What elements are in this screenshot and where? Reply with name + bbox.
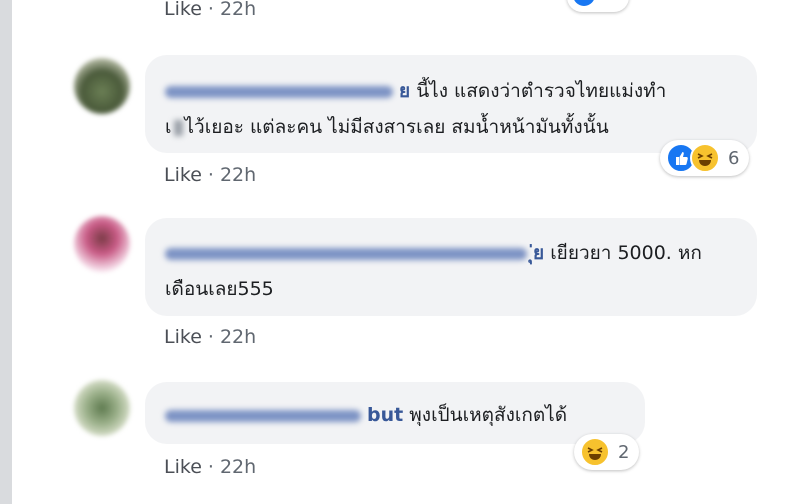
author-name-tail[interactable]: but [367, 404, 403, 426]
like-reaction-icon [573, 0, 595, 6]
haha-reaction-icon [690, 143, 720, 173]
comment-meta: Like · 22h [164, 456, 257, 478]
author-name-tail[interactable]: ย [399, 80, 410, 102]
comment-text-line: เไว้เยอะ แต่ละคน ไม่มีสงสารเลย สมน้ำหน้า… [165, 116, 609, 138]
timestamp: 22h [219, 326, 257, 348]
reaction-summary[interactable]: 6 [660, 140, 750, 176]
comment-text: ุ่ย เยียวยา 5000. หก [165, 238, 702, 268]
author-name[interactable] [165, 247, 527, 260]
like-link[interactable]: Like [164, 456, 202, 478]
author-name[interactable] [165, 85, 393, 98]
comment-meta: Like · 22h [164, 0, 257, 20]
comment-text-line: เดือนเลย555 [165, 278, 274, 300]
author-name-tail[interactable]: ุ่ย [533, 242, 544, 264]
timestamp: 22h [219, 456, 257, 478]
reaction-count: 2 [618, 441, 630, 463]
comment-meta: Like · 22h [164, 164, 257, 186]
left-panel-edge [0, 0, 12, 504]
avatar[interactable] [74, 380, 130, 436]
avatar[interactable] [74, 216, 130, 272]
like-link[interactable]: Like [164, 0, 202, 20]
comment-text: ย นี้ไง แสดงว่าตำรวจไทยแม่งทำ [165, 76, 666, 106]
like-link[interactable]: Like [164, 164, 202, 186]
like-link[interactable]: Like [164, 326, 202, 348]
timestamp: 22h [219, 164, 257, 186]
comment-text: but พุงเป็นเหตุสังเกตได้ [165, 400, 567, 430]
redacted-text [173, 119, 183, 136]
haha-reaction-icon [580, 437, 610, 467]
reaction-summary[interactable] [567, 0, 629, 12]
reaction-summary[interactable]: 2 [574, 434, 640, 470]
comment-meta: Like · 22h [164, 326, 257, 348]
author-name[interactable] [165, 409, 361, 422]
reaction-count: 6 [728, 147, 740, 169]
avatar[interactable] [74, 58, 130, 114]
timestamp: 22h [219, 0, 257, 20]
